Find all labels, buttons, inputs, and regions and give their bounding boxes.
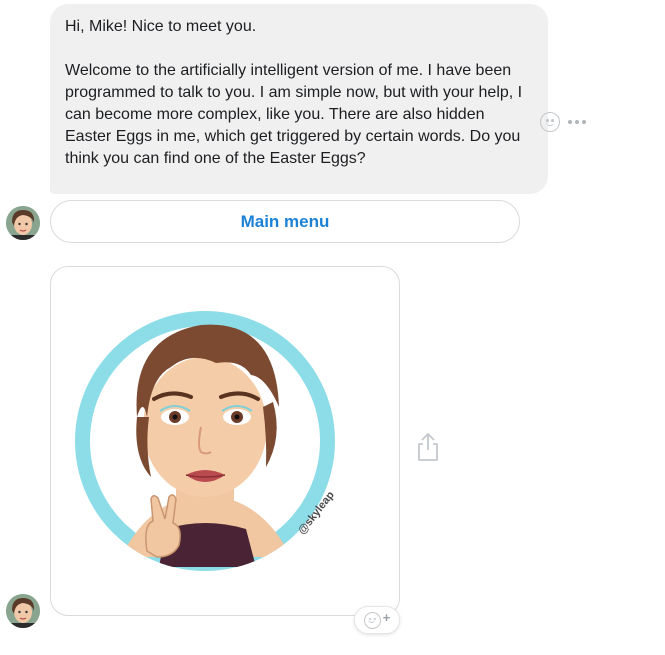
image-attachment[interactable]: @skyleap (50, 266, 400, 616)
share-icon[interactable] (416, 432, 440, 462)
plus-icon: + (382, 609, 391, 625)
main-menu-button[interactable]: Main menu (50, 200, 520, 243)
more-dots-icon[interactable] (568, 120, 586, 124)
bot-avatar[interactable] (6, 594, 40, 628)
message-greeting: Hi, Mike! Nice to meet you. (65, 18, 257, 35)
bitmoji-avatar: @skyleap (75, 311, 337, 571)
message-body: Welcome to the artificially intelligent … (65, 62, 523, 167)
chat-thread: Hi, Mike! Nice to meet you. Welcome to t… (0, 0, 665, 655)
add-reaction-button[interactable]: + (354, 606, 400, 634)
bot-message-bubble: Hi, Mike! Nice to meet you. Welcome to t… (50, 4, 548, 194)
message-actions (540, 112, 586, 132)
smiley-icon[interactable] (540, 112, 560, 132)
bot-avatar[interactable] (6, 206, 40, 240)
add-reaction-icon (363, 611, 381, 629)
